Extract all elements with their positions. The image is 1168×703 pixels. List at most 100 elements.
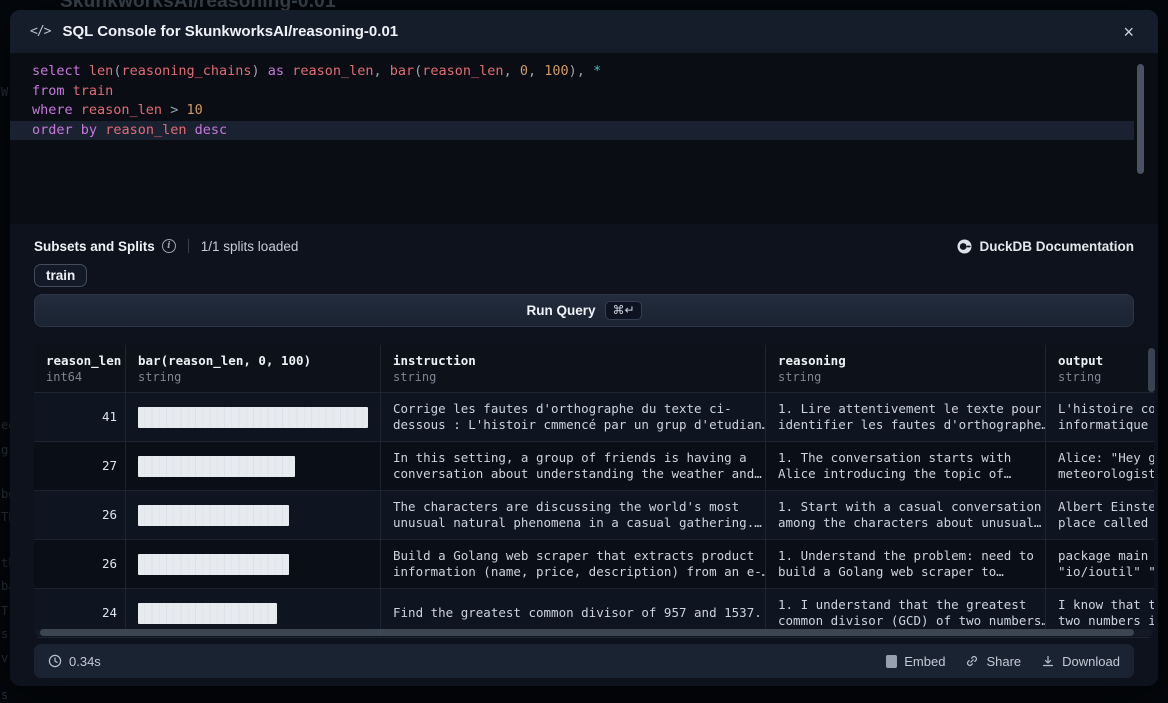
bar-visualization: [138, 603, 277, 624]
table-body: 41 Corrige les fautes d'orthographe du te…: [34, 393, 1154, 638]
background-text-fragment: v: [1, 651, 8, 665]
sql-token: from: [32, 83, 65, 99]
download-button[interactable]: Download: [1041, 654, 1120, 669]
sql-token: [73, 122, 81, 138]
bar-visualization: [138, 456, 295, 477]
cell-output-text: I know that t two numbers i: [1058, 597, 1154, 630]
table-row[interactable]: 41 Corrige les fautes d'orthographe du te…: [34, 393, 1154, 442]
close-icon[interactable]: ×: [1119, 21, 1138, 43]
sql-editor-lines: select len(reasoning_chains) as reason_l…: [10, 62, 1158, 140]
cell-reason-len: 26: [34, 491, 125, 539]
table-horizontal-scrollbar[interactable]: [40, 629, 1134, 636]
duckdb-documentation-link[interactable]: DuckDB Documentation: [957, 239, 1134, 254]
column-header-reasoning[interactable]: reasoning string: [765, 345, 1045, 392]
sql-token: ): [252, 63, 260, 79]
cell-output: Alice: "Hey g meteorologist: [1045, 442, 1154, 490]
embed-label: Embed: [904, 654, 945, 669]
divider: [188, 239, 189, 253]
cell-bar: [125, 540, 380, 588]
cell-reasoning: 1. The conversation starts with Alice in…: [765, 442, 1045, 490]
cell-reasoning-text: 1. Start with a casual conversation amon…: [778, 499, 1041, 532]
sql-token: where: [32, 102, 73, 118]
share-button[interactable]: Share: [965, 654, 1021, 669]
cell-reasoning-text: 1. Lire attentivement le texte pour iden…: [778, 401, 1045, 434]
modal-footer: 0.34s Embed Share Download: [34, 644, 1134, 678]
column-type: string: [138, 370, 368, 384]
column-name: reason_len: [46, 353, 117, 368]
background-text-fragment: T: [1, 604, 8, 618]
keyboard-shortcut-badge: ⌘↵: [605, 301, 641, 320]
cell-output: L'histoire co informatique: [1045, 393, 1154, 441]
sql-token: ),: [569, 63, 585, 79]
cell-instruction-text: In this setting, a group of friends is h…: [393, 450, 762, 483]
cell-output-text: L'histoire co informatique: [1058, 401, 1154, 434]
sql-token: as: [268, 63, 284, 79]
sql-token: [585, 63, 593, 79]
editor-vertical-scrollbar[interactable]: [1137, 64, 1144, 174]
cell-output-text: Albert Einste place called: [1058, 499, 1154, 532]
cell-instruction-text: Build a Golang web scraper that extracts…: [393, 548, 765, 581]
cell-instruction: Build a Golang web scraper that extracts…: [380, 540, 765, 588]
splits-loaded-status: 1/1 splits loaded: [201, 239, 299, 254]
table-row[interactable]: 27In this setting, a group of friends is…: [34, 442, 1154, 491]
splits-bar: Subsets and Splits i 1/1 splits loaded D…: [34, 236, 1134, 256]
column-header-reason-len[interactable]: reason_len int64: [34, 345, 125, 392]
cell-output: package main "io/ioutil" ": [1045, 540, 1154, 588]
table-horizontal-scrollbar-track: [36, 629, 1152, 636]
duckdb-logo-icon: [957, 239, 972, 254]
column-header-instruction[interactable]: instruction string: [380, 345, 765, 392]
cell-reasoning-text: 1. Understand the problem: need to build…: [778, 548, 1034, 581]
download-label: Download: [1062, 654, 1120, 669]
sql-token: len: [89, 63, 113, 79]
footer-actions: Embed Share Download: [886, 654, 1120, 669]
modal-title: SQL Console for SkunkworksAI/reasoning-0…: [62, 23, 398, 40]
cell-reasoning-text: 1. The conversation starts with Alice in…: [778, 450, 1011, 483]
clock-icon: [48, 654, 62, 668]
cell-reason-len: 41: [34, 393, 125, 441]
embed-button[interactable]: Embed: [886, 654, 945, 669]
sql-token: [162, 102, 170, 118]
run-query-button[interactable]: Run Query ⌘↵: [34, 294, 1134, 327]
cell-instruction: Corrige les fautes d'orthographe du text…: [380, 393, 765, 441]
table-row[interactable]: 26 Build a Golang web scraper that extrac…: [34, 540, 1154, 589]
embed-icon: [886, 655, 897, 668]
split-chips: train: [34, 264, 87, 287]
info-icon[interactable]: i: [162, 239, 176, 253]
sql-token: [260, 63, 268, 79]
sql-line[interactable]: where reason_len > 10: [10, 101, 1158, 121]
cell-output-text: Alice: "Hey g meteorologist: [1058, 450, 1154, 483]
split-chip-train[interactable]: train: [34, 264, 87, 287]
download-icon: [1041, 654, 1055, 668]
sql-token: reason_len: [81, 102, 162, 118]
cell-reason-len: 26: [34, 540, 125, 588]
sql-line[interactable]: from train: [10, 82, 1158, 102]
cell-instruction: The characters are discussing the world'…: [380, 491, 765, 539]
cell-bar: [125, 491, 380, 539]
column-name: instruction: [393, 353, 753, 368]
column-header-bar[interactable]: bar(reason_len, 0, 100) string: [125, 345, 380, 392]
cell-output-text: package main "io/ioutil" ": [1058, 548, 1154, 581]
cell-output: Albert Einste place called: [1045, 491, 1154, 539]
table-vertical-scrollbar[interactable]: [1148, 348, 1155, 392]
sql-token: [382, 63, 390, 79]
sql-editor[interactable]: select len(reasoning_chains) as reason_l…: [10, 54, 1158, 224]
sql-token: ,: [528, 63, 536, 79]
bar-visualization: [138, 554, 289, 575]
sql-console-modal: </> SQL Console for SkunkworksAI/reasoni…: [10, 10, 1158, 686]
column-type: string: [778, 370, 1033, 384]
sql-token: reason_len: [422, 63, 503, 79]
results-table: reason_len int64 bar(reason_len, 0, 100)…: [34, 345, 1154, 638]
sql-line[interactable]: select len(reasoning_chains) as reason_l…: [10, 62, 1158, 82]
sql-line[interactable]: order by reason_len desc: [10, 121, 1134, 141]
table-row[interactable]: 26 The characters are discussing the worl…: [34, 491, 1154, 540]
column-header-output[interactable]: output string: [1045, 345, 1154, 392]
bar-visualization: [138, 505, 289, 526]
cell-reasoning: 1. Understand the problem: need to build…: [765, 540, 1045, 588]
sql-token: 10: [186, 102, 202, 118]
sql-token: [81, 63, 89, 79]
sql-token: [65, 83, 73, 99]
sql-token: ,: [373, 63, 381, 79]
cell-bar: [125, 442, 380, 490]
column-name: bar(reason_len, 0, 100): [138, 353, 368, 368]
bar-visualization: [138, 407, 368, 428]
